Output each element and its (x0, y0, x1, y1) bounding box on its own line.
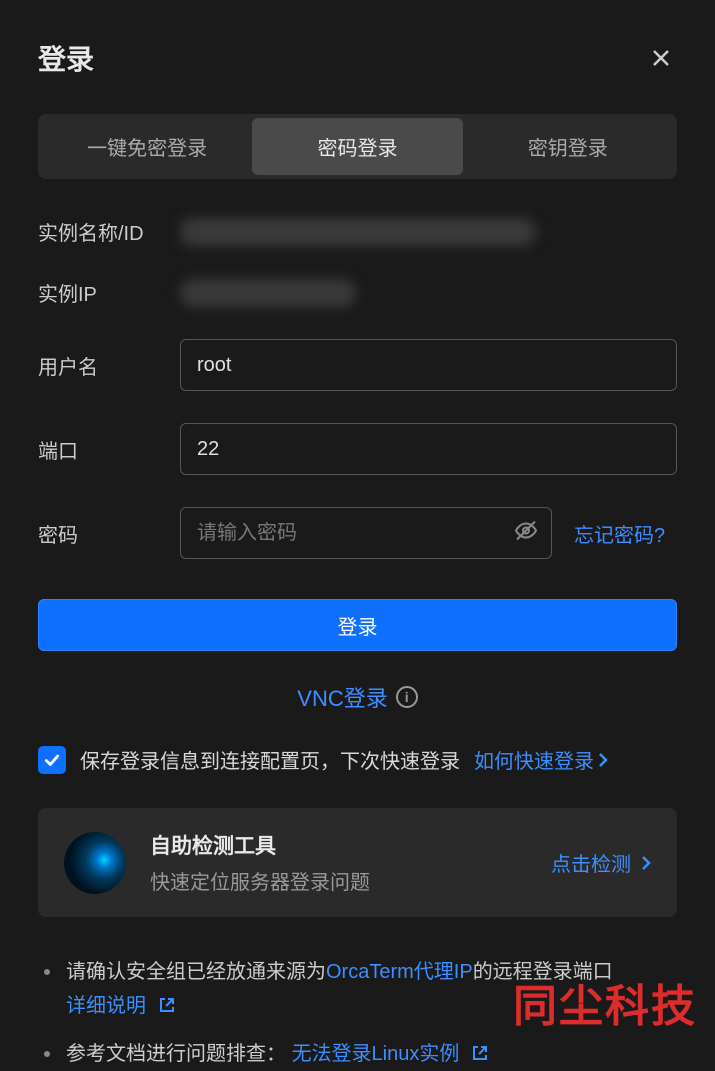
chevron-right-icon (641, 855, 651, 871)
forgot-password-link[interactable]: 忘记密码? (574, 519, 665, 548)
quick-login-label: 如何快速登录 (474, 745, 594, 774)
tab-password-login[interactable]: 密码登录 (252, 118, 462, 175)
modal-header: 登录 (38, 38, 677, 78)
field-username: 用户名 (38, 339, 677, 391)
login-button[interactable]: 登录 (38, 599, 677, 651)
orcaterm-proxy-ip-link[interactable]: OrcaTerm代理IP (326, 961, 473, 983)
password-label: 密码 (38, 519, 180, 548)
radar-icon (64, 832, 126, 894)
ip-value-redacted (180, 279, 356, 307)
toggle-password-visibility[interactable] (514, 519, 538, 548)
close-icon (651, 48, 671, 68)
cannot-login-linux-link[interactable]: 无法登录Linux实例 (292, 1043, 489, 1065)
login-modal: 登录 一键免密登录 密码登录 密钥登录 实例名称/ID 实例IP 用户名 端口 … (0, 0, 715, 1071)
tab-sso-login[interactable]: 一键免密登录 (42, 118, 252, 175)
username-input[interactable] (180, 339, 677, 391)
detect-text-block: 自助检测工具 快速定位服务器登录问题 (150, 830, 551, 895)
field-port: 端口 (38, 423, 677, 475)
check-icon (43, 751, 61, 769)
instance-value-redacted (180, 218, 536, 246)
how-to-quick-login-link[interactable]: 如何快速登录 (474, 745, 608, 774)
external-link-icon (158, 996, 176, 1014)
field-password: 密码 忘记密码? (38, 507, 677, 559)
field-instance: 实例名称/ID (38, 217, 677, 246)
save-login-checkbox[interactable] (38, 746, 66, 774)
vnc-row: VNC登录 i (38, 681, 677, 713)
detect-title: 自助检测工具 (150, 830, 551, 860)
tab-key-login[interactable]: 密钥登录 (463, 118, 673, 175)
username-label: 用户名 (38, 351, 180, 380)
vnc-login-link[interactable]: VNC登录 (297, 681, 387, 713)
password-input[interactable] (180, 507, 552, 559)
save-login-text: 保存登录信息到连接配置页，下次快速登录 (80, 745, 460, 774)
port-input[interactable] (180, 423, 677, 475)
note2-pre: 参考文档进行问题排查： (66, 1043, 286, 1065)
start-detect-button[interactable]: 点击检测 (551, 848, 651, 877)
chevron-right-icon (598, 752, 608, 768)
port-label: 端口 (38, 435, 180, 464)
field-ip: 实例IP (38, 278, 677, 307)
watermark: 同尘科技 (513, 970, 697, 1034)
detail-label: 详细说明 (66, 995, 146, 1017)
external-link-icon (471, 1044, 489, 1062)
eye-off-icon (514, 519, 538, 543)
modal-title: 登录 (38, 38, 94, 78)
ip-label: 实例IP (38, 278, 180, 307)
note2-link-label: 无法登录Linux实例 (292, 1043, 460, 1065)
detail-link[interactable]: 详细说明 (66, 995, 176, 1017)
instance-label: 实例名称/ID (38, 217, 180, 246)
self-check-card: 自助检测工具 快速定位服务器登录问题 点击检测 (38, 808, 677, 917)
detect-subtitle: 快速定位服务器登录问题 (150, 866, 551, 895)
close-button[interactable] (645, 42, 677, 74)
info-icon[interactable]: i (396, 686, 418, 708)
login-tabs: 一键免密登录 密码登录 密钥登录 (38, 114, 677, 179)
save-login-row: 保存登录信息到连接配置页，下次快速登录 如何快速登录 (38, 745, 677, 774)
note-troubleshoot: 参考文档进行问题排查： 无法登录Linux实例 (42, 1037, 677, 1071)
detect-action-label: 点击检测 (551, 848, 631, 877)
note1-pre: 请确认安全组已经放通来源为 (66, 961, 326, 983)
